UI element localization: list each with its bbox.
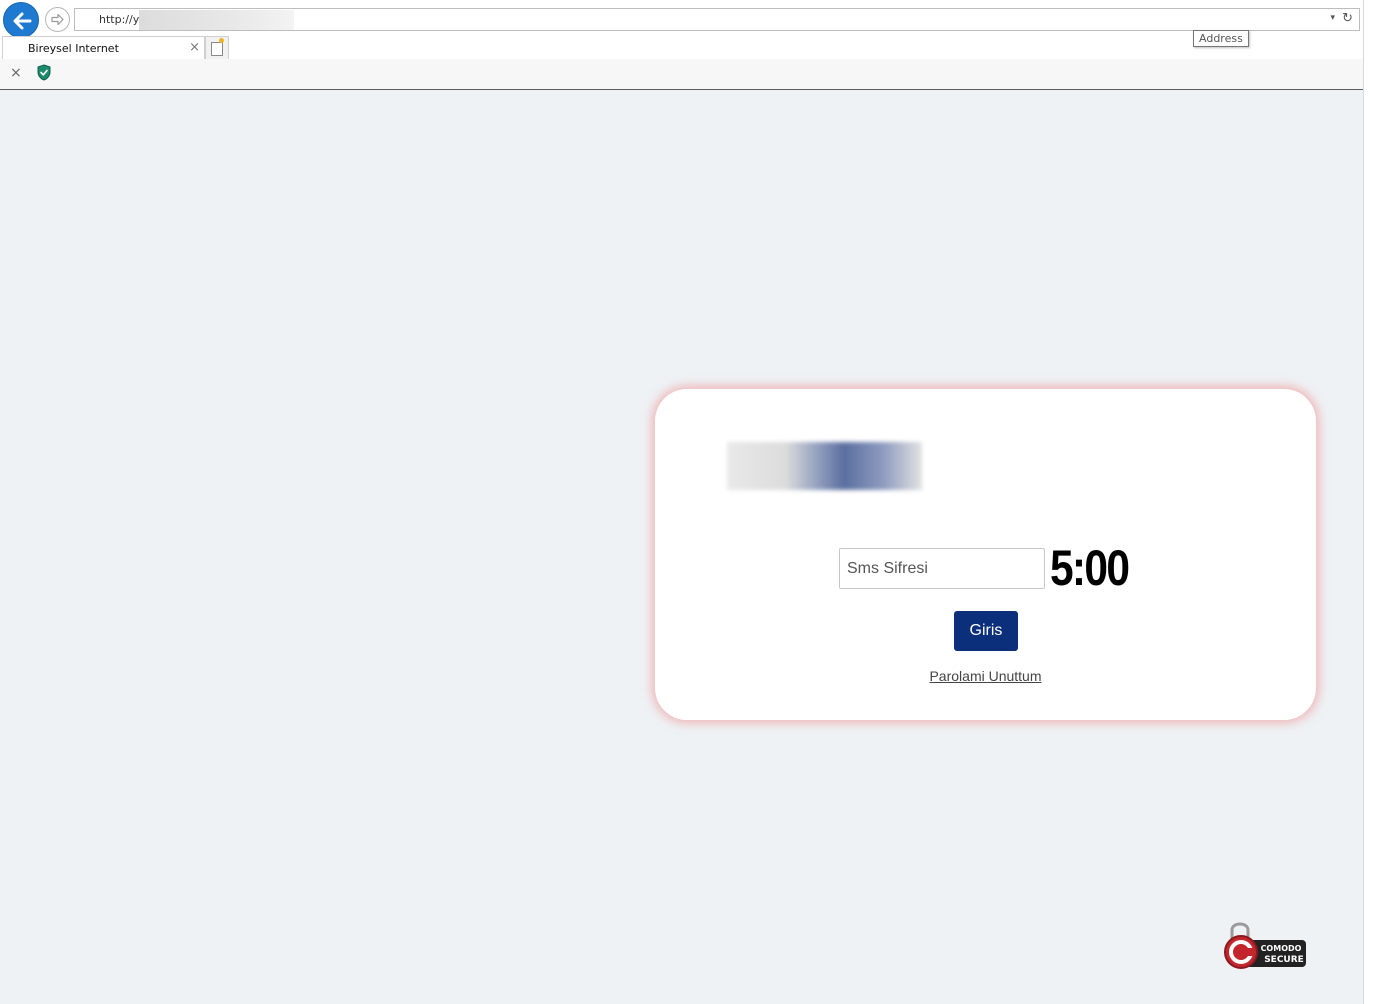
new-tab-icon (211, 42, 223, 56)
tab-close-icon[interactable]: × (189, 40, 200, 55)
new-tab-star-icon (219, 38, 224, 43)
back-arrow-icon (13, 12, 32, 30)
refresh-icon[interactable]: ↻ (1342, 11, 1353, 26)
tab-title: Bireysel Internet (28, 42, 119, 55)
address-redacted (139, 10, 294, 30)
browser-window: http://y ▾ ↻ Bireysel Internet × Address… (0, 0, 1364, 1004)
countdown-timer: 5:00 (1050, 540, 1130, 596)
forgot-password-row: Parolami Unuttum (655, 668, 1316, 686)
bank-logo (727, 442, 922, 490)
back-button[interactable] (3, 2, 39, 38)
tab-strip: Bireysel Internet × (0, 36, 1363, 59)
address-tooltip: Address (1193, 30, 1249, 47)
address-bar[interactable]: http://y ▾ ↻ (74, 8, 1360, 31)
toolbar: × (0, 59, 1363, 89)
comodo-secure-badge[interactable]: COMODO SECURE (1224, 918, 1308, 972)
forward-arrow-icon (51, 13, 64, 26)
close-icon[interactable]: × (10, 65, 22, 81)
new-tab-button[interactable] (205, 36, 229, 59)
forward-button[interactable] (45, 7, 70, 32)
forgot-password-link[interactable]: Parolami Unuttum (929, 668, 1041, 684)
login-card: 5:00 Giris Parolami Unuttum (655, 389, 1316, 720)
address-url[interactable]: http://y (99, 13, 139, 26)
login-button[interactable]: Giris (954, 611, 1018, 651)
tab-bireysel-internet[interactable]: Bireysel Internet × (2, 36, 205, 59)
browser-chrome: http://y ▾ ↻ Bireysel Internet × Address… (0, 0, 1363, 90)
badge-line2: SECURE (1264, 955, 1304, 965)
shield-icon[interactable] (37, 64, 51, 81)
sms-password-input[interactable] (839, 548, 1045, 589)
address-dropdown-icon[interactable]: ▾ (1330, 12, 1335, 23)
badge-line1: COMODO (1261, 944, 1302, 953)
